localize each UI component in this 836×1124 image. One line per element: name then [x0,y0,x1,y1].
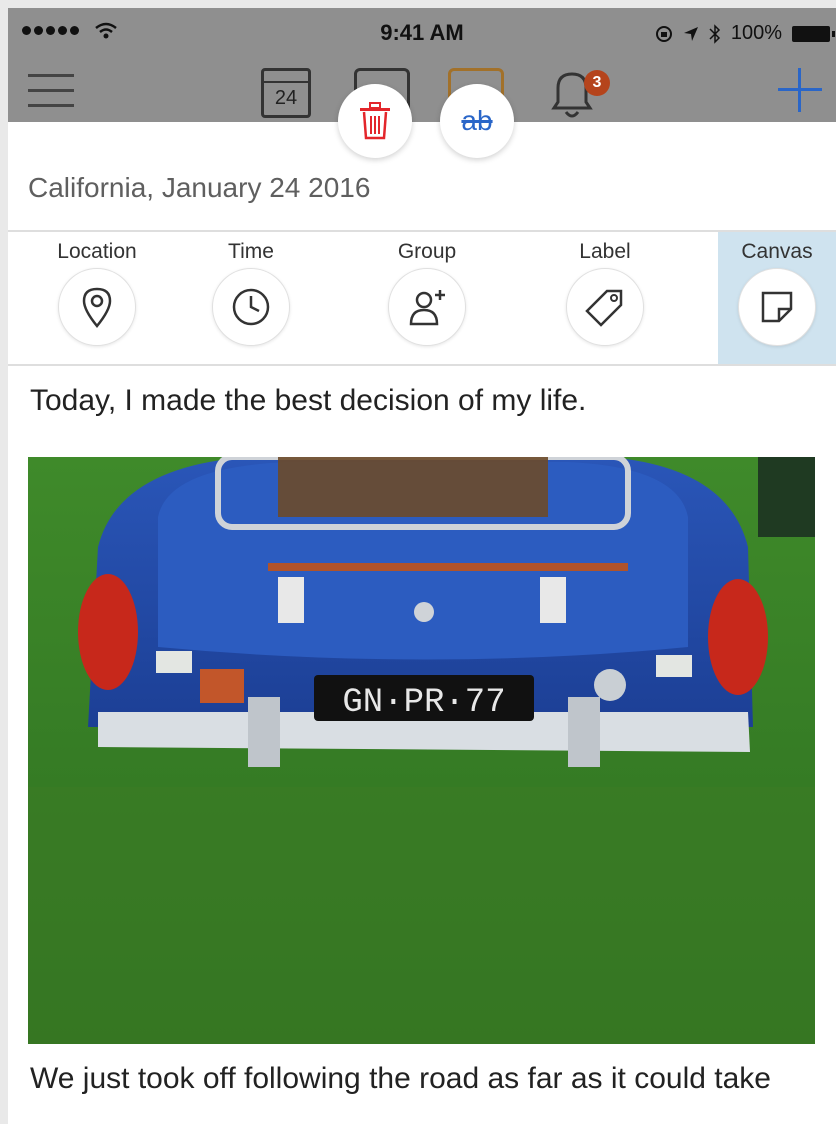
canvas-icon [761,291,793,323]
window-frame-top [0,0,836,8]
tool-label: Canvas [741,240,813,263]
menu-icon[interactable] [28,72,74,110]
entry-header: California, January 24 2016 [8,122,836,232]
tool-icon-circle [212,268,290,346]
calendar-day: 24 [274,87,298,109]
tool-time[interactable]: Time [162,232,340,364]
tool-label: Location [57,240,137,263]
location-pin-icon [82,287,112,328]
notification-badge: 3 [584,70,610,96]
navigation-bar: 24 3 [8,54,836,122]
battery-icon [792,25,835,42]
location-arrow-icon [683,26,698,41]
calendar-icon[interactable]: 24 [261,68,311,118]
license-plate-text: GN·PR·77 [342,684,505,722]
entry-date-title[interactable]: California, January 24 2016 [28,172,370,204]
tool-icon-circle [388,268,466,346]
tool-icon-circle [566,268,644,346]
status-bar: 9:41 AM 100% [8,8,836,54]
tag-icon [585,289,623,327]
tool-icon-circle [738,268,816,346]
toolbar: Location Time Group Label Canvas [8,232,836,366]
tool-label: Time [228,240,274,263]
tool-canvas[interactable]: Canvas [718,232,836,364]
entry-paragraph-2[interactable]: We just took off following the road as f… [30,1062,771,1096]
tool-label-text: Label [579,240,631,263]
tool-icon-circle [58,268,136,346]
top-bar: 9:41 AM 100% 24 3 [8,8,836,122]
add-entry-button[interactable] [774,64,826,116]
add-person-icon [409,290,445,326]
tool-label[interactable]: Label [516,232,694,364]
status-right: 100% [655,22,835,45]
tool-label: Group [397,240,457,263]
bluetooth-icon [709,23,720,44]
entry-photo[interactable]: GN·PR·77 [28,457,815,1044]
tool-location[interactable]: Location [8,232,186,364]
battery-percent: 100% [730,22,782,44]
window-frame-left [0,0,8,1124]
orientation-lock-icon [655,25,672,42]
clock-icon [232,288,270,326]
tool-group[interactable]: Group [338,232,516,364]
entry-paragraph[interactable]: Today, I made the best decision of my li… [30,384,586,418]
